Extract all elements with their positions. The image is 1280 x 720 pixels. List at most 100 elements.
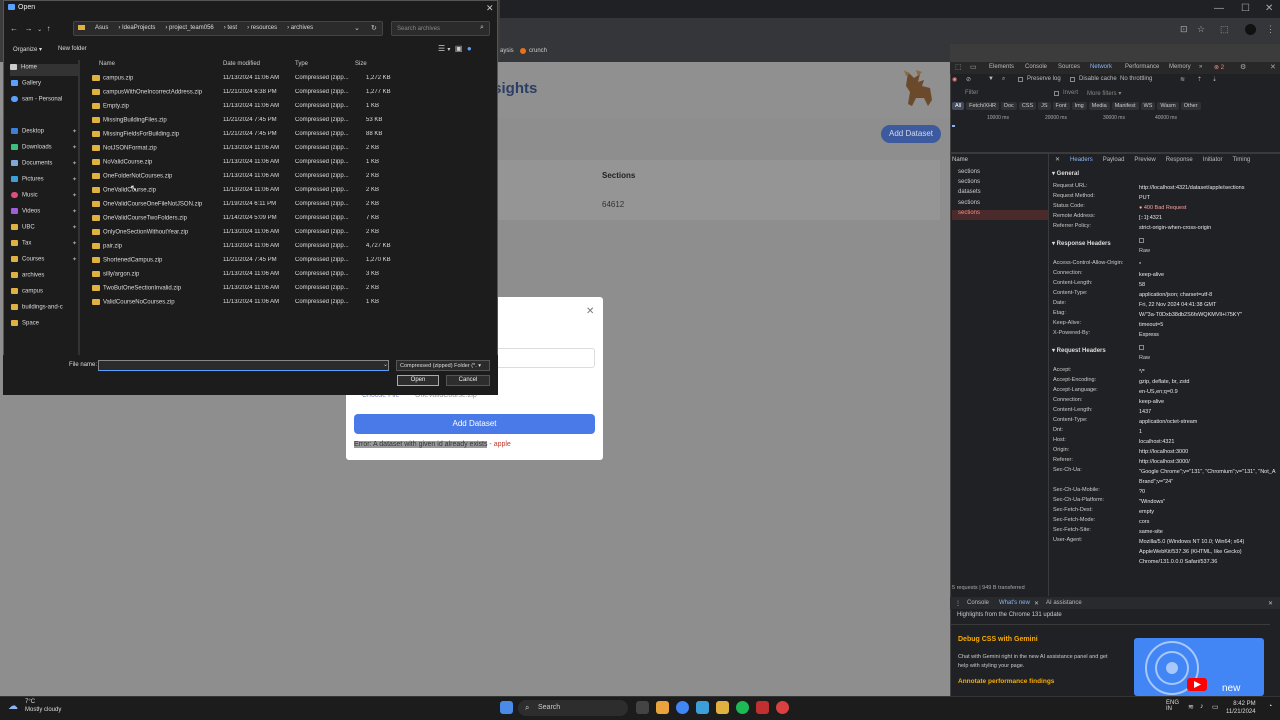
file-row[interactable]: OnlyOneSectionWithoutYear.zip 11/13/2024 … xyxy=(88,227,398,241)
new-folder-button[interactable]: New folder xyxy=(58,46,87,52)
clear-icon[interactable]: ⊘ xyxy=(966,76,971,83)
type-filter-manifest[interactable]: Manifest xyxy=(1111,102,1139,110)
bookmark-aysis[interactable]: aysis xyxy=(500,48,514,54)
tab-timing[interactable]: Timing xyxy=(1232,157,1250,163)
tab-memory[interactable]: Memory xyxy=(1169,64,1191,70)
file-row[interactable]: TwoButOneSectionInvalid.zip 11/13/2024 11… xyxy=(88,283,398,297)
notifications-icon[interactable]: ◔ xyxy=(1268,703,1272,710)
type-filter-font[interactable]: Font xyxy=(1052,102,1070,110)
folder-app-icon[interactable] xyxy=(716,701,729,714)
record-icon[interactable]: ◉ xyxy=(952,76,957,83)
bookmark-star-icon[interactable]: ☆ xyxy=(1197,24,1205,35)
taskbar-search[interactable]: Search xyxy=(518,700,628,716)
more-filters-dropdown[interactable]: More filters ▾ xyxy=(1087,90,1121,97)
address-dropdown-icon[interactable]: ⌄ xyxy=(354,24,360,32)
breadcrumb-item[interactable]: resources xyxy=(251,25,277,31)
minimize-icon[interactable]: — xyxy=(1214,3,1224,14)
battery-icon[interactable]: ▭ xyxy=(1212,703,1219,711)
whats-new-video-thumbnail[interactable] xyxy=(1134,638,1264,696)
preserve-log-checkbox[interactable] xyxy=(1018,77,1023,82)
drawer-tab-close-icon[interactable]: ✕ xyxy=(1034,600,1039,607)
sidebar-item-pictures[interactable]: Pictures ✦ xyxy=(11,176,81,188)
error-count-icon[interactable]: ⊗ 2 xyxy=(1214,64,1224,71)
spotify-icon[interactable] xyxy=(736,701,749,714)
sidebar-item-gallery[interactable]: Gallery xyxy=(11,80,81,92)
settings-gear-icon[interactable]: ⚙ xyxy=(1240,63,1246,71)
add-dataset-button[interactable]: Add Dataset xyxy=(354,414,595,434)
tab-network[interactable]: Network xyxy=(1090,64,1112,70)
view-mode-icon[interactable]: ☰ xyxy=(438,44,445,53)
extensions-icon[interactable]: ⬚ xyxy=(1220,24,1229,35)
file-row[interactable]: NoValidCourse.zip 11/13/2024 11:06 AM Comp… xyxy=(88,157,398,171)
request-row[interactable]: sections xyxy=(958,200,1048,210)
install-icon[interactable]: ⊡ xyxy=(1180,24,1188,35)
date-column-header[interactable]: Date modified xyxy=(223,61,260,67)
preview-pane-icon[interactable]: ▣ xyxy=(455,44,463,53)
edge-icon[interactable] xyxy=(696,701,709,714)
throttling-select[interactable]: No throttling xyxy=(1120,76,1152,82)
volume-icon[interactable]: ♪ xyxy=(1200,703,1204,710)
drawer-close-icon[interactable]: ✕ xyxy=(1268,600,1273,607)
sidebar-item-onedrive[interactable]: sam - Personal xyxy=(11,96,81,108)
file-row[interactable]: MissingBuildingFiles.zip 11/21/2024 7:45 … xyxy=(88,115,398,129)
disable-cache-checkbox[interactable] xyxy=(1070,77,1075,82)
request-row[interactable]: sections xyxy=(958,179,1048,189)
organize-menu[interactable]: Organize ▾ xyxy=(13,46,42,53)
recent-chevron-icon[interactable]: ⌄ xyxy=(37,27,42,33)
gemini-link[interactable]: Debug CSS with Gemini xyxy=(958,636,1038,643)
drawer-tab-whats-new[interactable]: What's new xyxy=(999,600,1030,606)
file-row[interactable]: ValidCourseNoCourses.zip 11/13/2024 11:06… xyxy=(88,297,398,311)
drawer-tab-ai-assistance[interactable]: AI assistance xyxy=(1046,600,1082,606)
name-column-header[interactable]: Name xyxy=(952,157,968,163)
open-button[interactable]: Open xyxy=(397,375,439,386)
sidebar-item-archives[interactable]: archives xyxy=(11,272,81,284)
name-column-header[interactable]: Name xyxy=(99,61,115,67)
request-row-error[interactable]: sections xyxy=(952,210,1048,220)
taskbar-clock[interactable]: 8:42 PM 11/21/2024 xyxy=(1226,700,1256,716)
wifi-icon[interactable]: ≋ xyxy=(1180,76,1185,83)
file-row[interactable]: campus.zip 11/13/2024 11:06 AM Compressed … xyxy=(88,73,398,87)
sidebar-item-courses[interactable]: Courses ✦ xyxy=(11,256,81,268)
size-column-header[interactable]: Size xyxy=(355,61,367,67)
download-icon[interactable]: ⇣ xyxy=(1212,76,1217,83)
wifi-icon[interactable]: ≋ xyxy=(1188,703,1194,711)
start-icon[interactable] xyxy=(500,701,513,714)
type-filter-js[interactable]: JS xyxy=(1038,102,1051,110)
inspect-icon[interactable]: ⬚ xyxy=(955,63,962,71)
tab-console[interactable]: Console xyxy=(1025,64,1047,70)
back-arrow-icon[interactable]: ← xyxy=(10,24,18,33)
sidebar-item-home[interactable]: Home xyxy=(10,64,80,76)
tab-preview[interactable]: Preview xyxy=(1134,157,1155,163)
sidebar-item-tax[interactable]: Tax ✦ xyxy=(11,240,81,252)
breadcrumb-item[interactable]: test xyxy=(227,25,237,31)
task-view-icon[interactable] xyxy=(636,701,649,714)
type-filter-img[interactable]: Img xyxy=(1071,102,1087,110)
drawer-menu-icon[interactable]: ⋮ xyxy=(955,600,961,607)
up-arrow-icon[interactable]: ↑ xyxy=(47,24,51,33)
breadcrumb-item[interactable]: Asus xyxy=(95,25,108,31)
file-row[interactable]: pair.zip 11/13/2024 11:06 AM Compressed (z… xyxy=(88,241,398,255)
annotate-link[interactable]: Annotate performance findings xyxy=(958,678,1054,685)
system-tray-lang[interactable]: ENG IN xyxy=(1166,700,1179,712)
refresh-icon[interactable]: ↻ xyxy=(371,24,377,32)
nav-pane-scrollbar[interactable] xyxy=(78,60,80,355)
breadcrumb-item[interactable]: IdeaProjects xyxy=(122,25,155,31)
add-dataset-header-button[interactable]: Add Dataset xyxy=(881,125,941,143)
response-headers-title[interactable]: ▾ Response Headers xyxy=(1052,240,1111,247)
sidebar-item-buildings[interactable]: buildings-and-c xyxy=(11,304,81,316)
general-section-title[interactable]: ▾ General xyxy=(1052,170,1079,177)
maximize-icon[interactable]: ☐ xyxy=(1241,3,1250,14)
sidebar-item-ubc[interactable]: UBC ✦ xyxy=(11,224,81,236)
detail-close-icon[interactable]: ✕ xyxy=(1055,157,1060,163)
type-filter-doc[interactable]: Doc xyxy=(1001,102,1017,110)
type-filter-css[interactable]: CSS xyxy=(1018,102,1037,110)
help-icon[interactable]: ● xyxy=(467,44,472,53)
file-row[interactable]: MissingFieldsForBuilding.zip 11/21/2024 7… xyxy=(88,129,398,143)
filter-input[interactable]: Filter xyxy=(965,90,978,96)
file-explorer-icon[interactable] xyxy=(656,701,669,714)
tab-headers[interactable]: Headers xyxy=(1070,157,1093,163)
file-row[interactable]: Empty.zip 11/13/2024 11:06 AM Compressed (… xyxy=(88,101,398,115)
window-close-icon[interactable]: ✕ xyxy=(1265,3,1273,14)
weather-temperature[interactable]: 7°C xyxy=(25,699,35,705)
device-toggle-icon[interactable]: ▭ xyxy=(970,63,977,71)
